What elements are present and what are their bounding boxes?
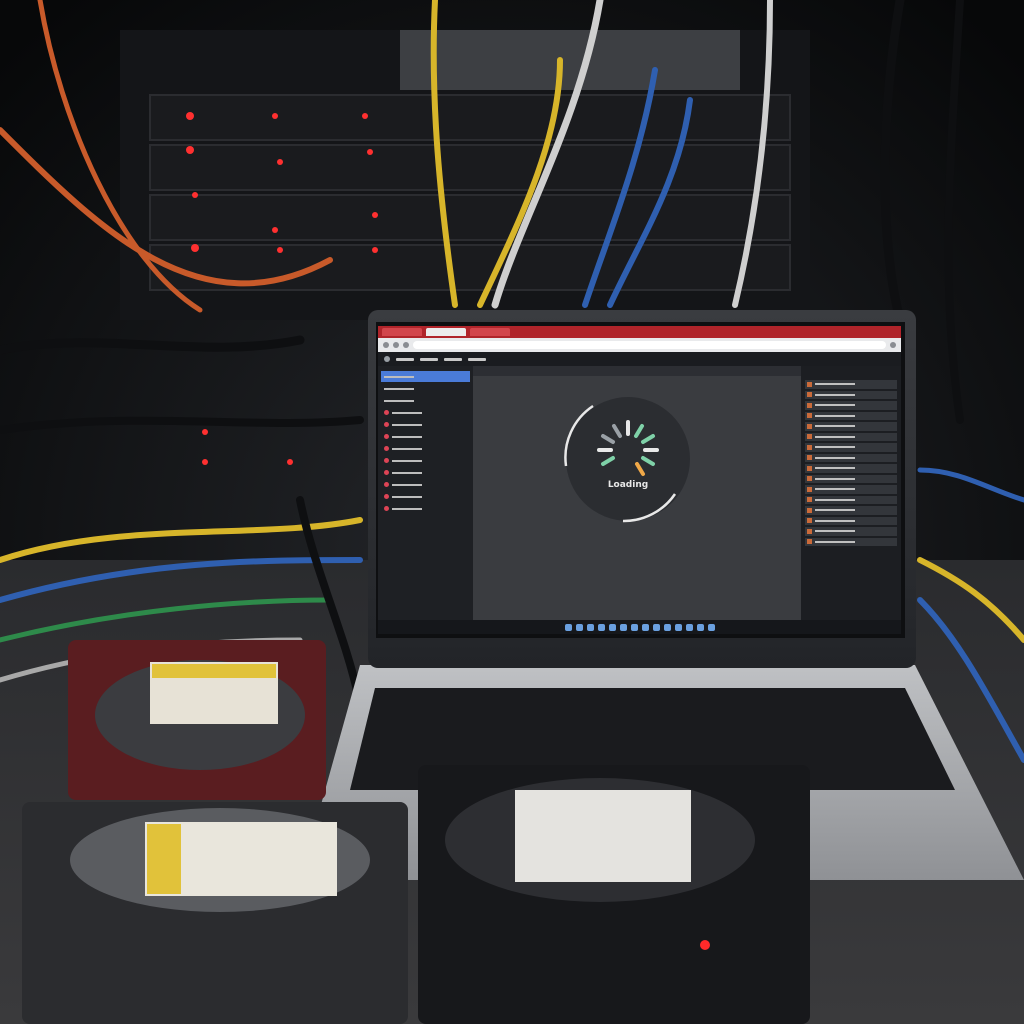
app-body: Loading: [378, 366, 901, 620]
item-icon: [807, 434, 812, 440]
right-panel: [801, 366, 901, 620]
sidebar-item[interactable]: [381, 503, 470, 514]
sidebar-item[interactable]: [381, 383, 470, 394]
right-panel-item[interactable]: [805, 401, 897, 410]
taskbar-app-icon[interactable]: [707, 623, 715, 631]
browser-tab[interactable]: [382, 328, 422, 336]
sidebar-item-icon: [384, 482, 389, 487]
item-icon: [807, 413, 812, 419]
sidebar-item[interactable]: [381, 431, 470, 442]
app-logo-icon: [384, 356, 390, 362]
sidebar-item-icon: [384, 470, 389, 475]
browser-address-bar: [378, 338, 901, 352]
taskbar-app-icon[interactable]: [652, 623, 660, 631]
sidebar-item[interactable]: [381, 443, 470, 454]
taskbar-app-icon[interactable]: [641, 623, 649, 631]
sidebar-item[interactable]: [381, 419, 470, 430]
right-panel-item[interactable]: [805, 422, 897, 431]
right-panel-item[interactable]: [805, 443, 897, 452]
right-panel-item[interactable]: [805, 432, 897, 441]
item-icon: [807, 392, 812, 398]
item-icon: [807, 402, 812, 408]
right-panel-item[interactable]: [805, 390, 897, 399]
sidebar-item-icon: [384, 422, 389, 427]
reload-icon[interactable]: [403, 342, 409, 348]
header-menu-item[interactable]: [420, 357, 438, 361]
menu-icon[interactable]: [890, 342, 896, 348]
item-icon: [807, 528, 812, 534]
right-panel-item[interactable]: [805, 464, 897, 473]
right-panel-item[interactable]: [805, 495, 897, 504]
taskbar-app-icon[interactable]: [608, 623, 616, 631]
browser-tab-active[interactable]: [426, 328, 466, 336]
sidebar-item[interactable]: [381, 491, 470, 502]
sidebar-item-icon: [384, 494, 389, 499]
taskbar-app-icon[interactable]: [597, 623, 605, 631]
taskbar-app-icon[interactable]: [663, 623, 671, 631]
back-icon[interactable]: [383, 342, 389, 348]
main-toolbar: [473, 366, 801, 376]
sidebar-item[interactable]: [381, 479, 470, 490]
right-panel-item[interactable]: [805, 474, 897, 483]
patch-panel: [400, 30, 740, 90]
item-icon: [807, 497, 812, 503]
right-panel-item[interactable]: [805, 380, 897, 389]
hard-drive-red: [68, 640, 326, 800]
item-icon: [807, 486, 812, 492]
sidebar-item[interactable]: [381, 455, 470, 466]
browser-tab-strip: [378, 326, 901, 338]
right-panel-item[interactable]: [805, 485, 897, 494]
sidebar-item-icon: [384, 446, 389, 451]
right-panel-item[interactable]: [805, 527, 897, 536]
taskbar-app-icon[interactable]: [619, 623, 627, 631]
item-icon: [807, 507, 812, 513]
url-input[interactable]: [413, 341, 886, 349]
forward-icon[interactable]: [393, 342, 399, 348]
app-header: [378, 352, 901, 366]
sidebar-item-icon: [384, 458, 389, 463]
sidebar-item[interactable]: [381, 467, 470, 478]
item-icon: [807, 518, 812, 524]
item-icon: [807, 381, 812, 387]
taskbar-app-icon[interactable]: [674, 623, 682, 631]
sidebar-item-icon: [384, 410, 389, 415]
header-menu-item[interactable]: [396, 357, 414, 361]
right-panel-item[interactable]: [805, 516, 897, 525]
sidebar: [378, 366, 473, 620]
taskbar: [378, 620, 901, 634]
right-panel-item[interactable]: [805, 453, 897, 462]
taskbar-app-icon[interactable]: [564, 623, 572, 631]
item-icon: [807, 423, 812, 429]
browser-tab[interactable]: [470, 328, 510, 336]
sidebar-item-icon: [384, 506, 389, 511]
taskbar-app-icon[interactable]: [586, 623, 594, 631]
taskbar-app-icon[interactable]: [575, 623, 583, 631]
item-icon: [807, 455, 812, 461]
main-panel: Loading: [473, 366, 801, 620]
item-icon: [807, 465, 812, 471]
right-panel-item[interactable]: [805, 537, 897, 546]
spinner-graphic: [564, 397, 690, 523]
spinner-disc: [566, 397, 690, 521]
item-icon: [807, 444, 812, 450]
right-panel-item[interactable]: [805, 411, 897, 420]
taskbar-app-icon[interactable]: [685, 623, 693, 631]
hard-drive-black: [418, 765, 810, 1024]
laptop-screen: Loading: [378, 326, 901, 634]
loading-label: Loading: [607, 480, 649, 490]
loading-spinner: Loading: [563, 394, 693, 524]
sidebar-item[interactable]: [381, 395, 470, 406]
sidebar-item[interactable]: [381, 407, 470, 418]
item-icon: [807, 476, 812, 482]
right-panel-item[interactable]: [805, 506, 897, 515]
header-menu-item[interactable]: [468, 357, 486, 361]
sidebar-item-icon: [384, 434, 389, 439]
taskbar-app-icon[interactable]: [630, 623, 638, 631]
header-menu-item[interactable]: [444, 357, 462, 361]
hard-drive-silver: [22, 802, 408, 1024]
taskbar-app-icon[interactable]: [696, 623, 704, 631]
item-icon: [807, 539, 812, 545]
sidebar-item-selected[interactable]: [381, 371, 470, 382]
